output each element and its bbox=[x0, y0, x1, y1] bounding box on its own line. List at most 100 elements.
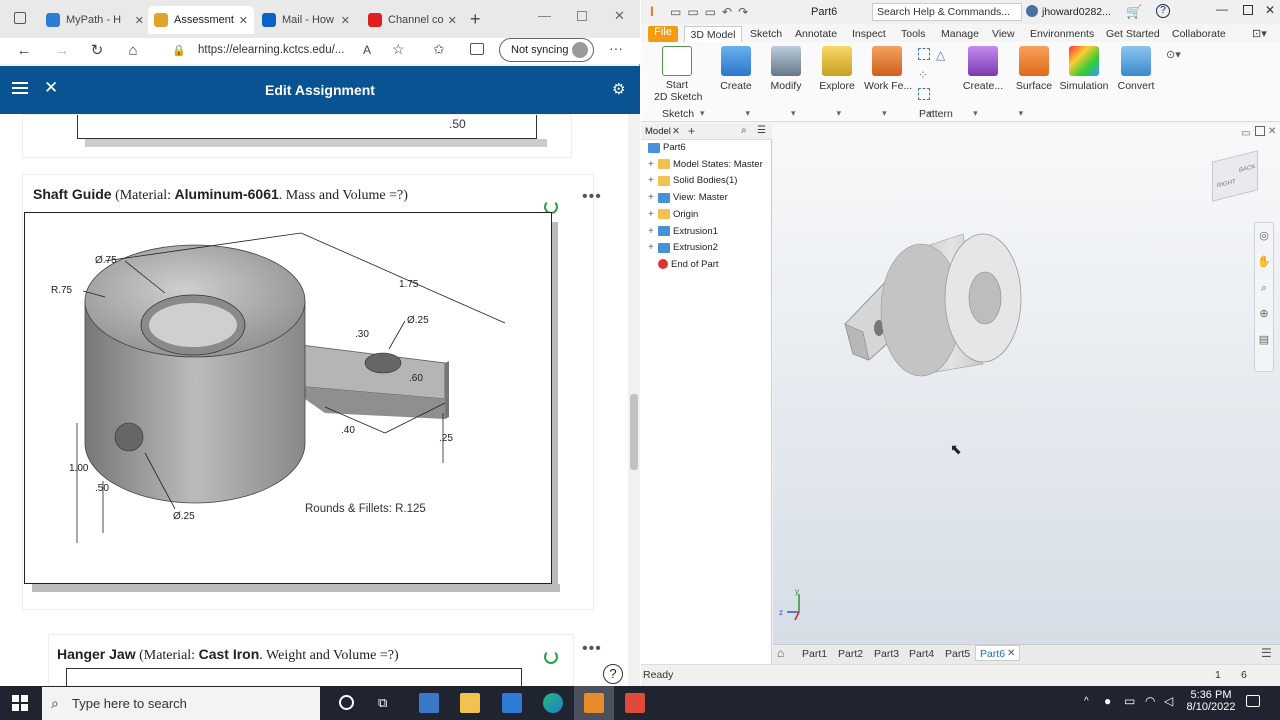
taskbar-search-input[interactable]: Type here to search bbox=[42, 687, 320, 720]
tree-item[interactable]: + Solid Bodies(1) bbox=[648, 175, 737, 186]
tab-inspect[interactable]: Inspect bbox=[852, 26, 886, 42]
expand-icon[interactable]: + bbox=[648, 226, 658, 237]
freeform-create-icon[interactable] bbox=[968, 46, 998, 76]
tab-collaborate[interactable]: Collaborate bbox=[1172, 26, 1226, 42]
doc-tab-part1[interactable]: Part1 bbox=[802, 648, 827, 660]
group-dropdown-arrows[interactable]: ▾▾▾▾▾▾▾▾ bbox=[700, 108, 1064, 119]
question-more-icon[interactable]: ••• bbox=[582, 640, 602, 658]
convert-button[interactable]: Convert bbox=[1116, 80, 1156, 92]
modify-icon[interactable] bbox=[771, 46, 801, 76]
refresh-status-icon[interactable] bbox=[544, 650, 558, 664]
expand-icon[interactable]: + bbox=[648, 175, 658, 186]
work-features-button[interactable]: Work Fe... bbox=[864, 80, 912, 92]
doc-tab-part4[interactable]: Part4 bbox=[909, 648, 934, 660]
notification-icon[interactable] bbox=[1246, 695, 1260, 707]
tab-mypath[interactable]: MyPath - H ✕ bbox=[40, 6, 150, 34]
tab-annotate[interactable]: Annotate bbox=[795, 26, 837, 42]
close-window-icon[interactable]: ✕ bbox=[1265, 3, 1275, 17]
edge-icon[interactable] bbox=[543, 693, 563, 713]
simulation-button[interactable]: Simulation bbox=[1058, 80, 1110, 92]
screen-recorder-icon[interactable] bbox=[625, 693, 645, 713]
settings-gear-icon[interactable]: ⚙ bbox=[612, 80, 625, 98]
model-tab[interactable]: Model bbox=[645, 126, 671, 137]
close-tab-icon[interactable]: ✕ bbox=[444, 14, 457, 27]
browser-menu-icon[interactable]: ☰ bbox=[757, 125, 766, 136]
tree-item[interactable]: End of Part bbox=[648, 259, 719, 270]
collections-icon[interactable] bbox=[470, 43, 484, 55]
tab-tools[interactable]: Tools bbox=[901, 26, 926, 42]
sketch-pattern-icon[interactable] bbox=[918, 88, 930, 100]
pattern-rect-icon[interactable] bbox=[918, 48, 930, 60]
favorites-icon[interactable]: ✩ bbox=[433, 41, 445, 58]
inventor-taskbar-icon[interactable] bbox=[584, 693, 604, 713]
close-window-icon[interactable]: ✕ bbox=[614, 8, 625, 24]
store-icon[interactable] bbox=[419, 693, 439, 713]
doc-tab-part2[interactable]: Part2 bbox=[838, 648, 863, 660]
close-model-tab-icon[interactable]: ✕ bbox=[672, 126, 680, 137]
simulation-icon[interactable] bbox=[1069, 46, 1099, 76]
close-tab-icon[interactable]: ✕ bbox=[131, 14, 144, 27]
explore-icon[interactable] bbox=[822, 46, 852, 76]
expand-icon[interactable]: + bbox=[648, 159, 658, 170]
graphics-viewport[interactable]: y z bbox=[773, 124, 1280, 644]
start-sketch-button[interactable]: Start 2D Sketch bbox=[654, 79, 702, 103]
lock-icon[interactable]: 🔒 bbox=[172, 44, 186, 57]
doc-tab-part5[interactable]: Part5 bbox=[945, 648, 970, 660]
doc-tab-part3[interactable]: Part3 bbox=[874, 648, 899, 660]
tab-actions-icon[interactable] bbox=[14, 12, 26, 24]
maximize-icon[interactable] bbox=[577, 11, 587, 21]
tab-sketch[interactable]: Sketch bbox=[750, 26, 782, 42]
back-icon[interactable]: ← bbox=[14, 41, 34, 61]
minimize-icon[interactable]: — bbox=[538, 8, 551, 23]
profile-avatar[interactable] bbox=[572, 42, 588, 58]
part-3d-model[interactable]: y z bbox=[773, 124, 1280, 644]
explore-button[interactable]: Explore bbox=[817, 80, 857, 92]
minimize-icon[interactable]: — bbox=[1216, 2, 1228, 16]
close-tab-icon[interactable]: ✕ bbox=[235, 14, 248, 27]
cortana-icon[interactable] bbox=[339, 695, 354, 710]
refresh-icon[interactable]: ↻ bbox=[87, 41, 107, 61]
surface-button[interactable]: Surface bbox=[1014, 80, 1054, 92]
scrollbar-thumb[interactable] bbox=[630, 394, 638, 470]
create-button[interactable]: Create bbox=[718, 80, 754, 92]
battery-icon[interactable]: ▭ bbox=[1124, 694, 1135, 708]
clock[interactable]: 5:36 PM 8/10/2022 bbox=[1186, 689, 1236, 713]
home-icon[interactable]: ⌂ bbox=[123, 41, 143, 61]
tree-item[interactable]: + Extrusion2 bbox=[648, 242, 718, 253]
tab-assessment[interactable]: Assessment ✕ bbox=[148, 6, 254, 34]
network-icon[interactable]: ◠ bbox=[1145, 694, 1155, 708]
ribbon-options-icon[interactable]: ⊡▾ bbox=[1252, 27, 1267, 40]
user-name[interactable]: jhoward0282... bbox=[1042, 6, 1111, 18]
help-search-input[interactable]: Search Help & Commands... bbox=[872, 3, 1022, 21]
doc-tab-part6[interactable]: Part6 ✕ bbox=[975, 645, 1020, 661]
forward-icon[interactable]: → bbox=[52, 41, 72, 61]
maximize-icon[interactable] bbox=[1243, 5, 1253, 15]
favorite-star-icon[interactable]: ☆ bbox=[392, 41, 405, 58]
nav-tools[interactable]: ◎ ✋ ⌕ ⊕ ▤ bbox=[1255, 223, 1273, 353]
url-text[interactable]: https://elearning.kctcs.edu/... bbox=[198, 40, 408, 60]
convert-icon[interactable] bbox=[1121, 46, 1151, 76]
help-icon[interactable]: ? bbox=[603, 664, 623, 684]
new-tab-button[interactable]: + bbox=[470, 9, 481, 30]
modify-button[interactable]: Modify bbox=[766, 80, 806, 92]
document-list-icon[interactable]: ☰ bbox=[1261, 646, 1272, 660]
question-more-icon[interactable]: ••• bbox=[582, 188, 602, 206]
tab-environments[interactable]: Environments bbox=[1030, 26, 1094, 42]
microphone-icon[interactable]: ● bbox=[1104, 694, 1111, 708]
tree-item[interactable]: + Model States: Master bbox=[648, 159, 763, 170]
volume-icon[interactable]: ◁ bbox=[1164, 694, 1173, 708]
viewport-restore-icon[interactable]: ▭ bbox=[1241, 128, 1250, 139]
inventor-logo-icon[interactable]: I bbox=[650, 3, 654, 19]
tab-mail[interactable]: Mail - How ✕ bbox=[256, 6, 356, 34]
tree-item[interactable]: Part6 bbox=[648, 142, 686, 153]
help-icon[interactable]: ? bbox=[1156, 4, 1170, 18]
add-browser-tab-icon[interactable]: + bbox=[688, 124, 695, 138]
create-extrude-icon[interactable] bbox=[721, 46, 751, 76]
more-options-icon[interactable]: ··· bbox=[609, 40, 623, 56]
tab-get-started[interactable]: Get Started bbox=[1106, 26, 1160, 42]
viewport-close-icon[interactable]: ✕ bbox=[1268, 126, 1276, 137]
close-tab-icon[interactable]: ✕ bbox=[337, 14, 350, 27]
tray-overflow-icon[interactable]: ^ bbox=[1084, 696, 1089, 707]
mail-app-icon[interactable] bbox=[502, 693, 522, 713]
windows-start-icon[interactable] bbox=[12, 695, 28, 711]
